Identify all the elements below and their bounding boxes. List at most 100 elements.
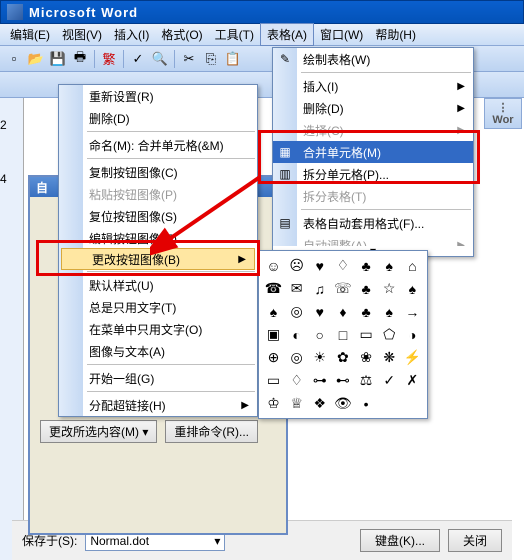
icon-choice[interactable]: ♠ (402, 278, 423, 299)
icon-choice[interactable]: ⊶ (309, 370, 330, 391)
cm-assign-hyperlink[interactable]: 分配超链接(H)▶ (59, 394, 257, 416)
icon-choice[interactable]: ◎ (286, 301, 307, 322)
cm-paste-image[interactable]: 粘贴按钮图像(P) (59, 183, 257, 205)
print-icon[interactable]: 🖶 (70, 49, 90, 69)
icon-choice[interactable]: • (356, 393, 377, 414)
save-icon[interactable]: 💾 (48, 49, 68, 69)
dm-merge-cells[interactable]: ▦合并单元格(M) (273, 141, 473, 163)
menu-insert[interactable]: 插入(I) (108, 24, 155, 45)
dm-insert[interactable]: 插入(I)▶ (273, 75, 473, 97)
research-icon[interactable]: 🔍 (150, 49, 170, 69)
icon-choice[interactable]: ⊕ (263, 347, 284, 368)
dm-select[interactable]: 选择(C)▶ (273, 119, 473, 141)
icon-choice[interactable]: ◐ (286, 324, 307, 345)
side-panel: ⋮ Wor (484, 98, 522, 129)
cm-reset-image[interactable]: 复位按钮图像(S) (59, 205, 257, 227)
icon-choice[interactable]: ☺ (263, 255, 284, 276)
icon-choice[interactable]: ♦ (332, 301, 353, 322)
menu-edit[interactable]: 编辑(E) (4, 24, 56, 45)
icon-choice[interactable]: ♣ (356, 255, 377, 276)
icon-choice[interactable]: ♫ (309, 278, 330, 299)
cm-edit-image[interactable]: 编辑按钮图像(E)... (59, 227, 257, 249)
icon-choice[interactable]: ◎ (286, 347, 307, 368)
icon-choice[interactable]: 👁 (332, 393, 353, 414)
icon-choice[interactable]: ♠ (379, 255, 400, 276)
icon-choice[interactable]: ♠ (379, 301, 400, 322)
icon-choice[interactable]: ✗ (402, 370, 423, 391)
icon-choice[interactable]: ♠ (263, 301, 284, 322)
rearrange-commands-button[interactable]: 重排命令(R)... (165, 420, 258, 443)
cm-begin-group[interactable]: 开始一组(G) (59, 367, 257, 389)
icon-choice[interactable]: ▭ (356, 324, 377, 345)
spellcheck-icon[interactable]: ✓ (128, 49, 148, 69)
trad-chinese-icon[interactable]: 繁 (99, 49, 119, 69)
icon-choice[interactable]: □ (332, 324, 353, 345)
cm-name[interactable]: 命名(M): 合并单元格(&M) (59, 134, 257, 156)
icon-choice[interactable]: ♔ (263, 393, 284, 414)
cm-default-style[interactable]: 默认样式(U) (59, 274, 257, 296)
cm-image-and-text[interactable]: 图像与文本(A) (59, 340, 257, 362)
icon-choice[interactable]: ♢ (286, 370, 307, 391)
icon-choice[interactable]: ♕ (286, 393, 307, 414)
icon-choice[interactable]: ♥ (309, 255, 330, 276)
cm-change-image[interactable]: 更改按钮图像(B)▶ (61, 248, 255, 270)
dm-delete[interactable]: 删除(D)▶ (273, 97, 473, 119)
icon-choice[interactable]: ☆ (379, 278, 400, 299)
cut-icon[interactable]: ✂ (179, 49, 199, 69)
cm-reset[interactable]: 重新设置(R) (59, 85, 257, 107)
icon-choice[interactable]: ○ (309, 324, 330, 345)
paste-icon[interactable]: 📋 (223, 49, 243, 69)
submenu-arrow-icon: ▶ (457, 81, 465, 92)
menu-view[interactable]: 视图(V) (56, 24, 108, 45)
icon-choice[interactable]: ◑ (402, 324, 423, 345)
new-doc-icon[interactable]: ▫ (4, 49, 24, 69)
icon-choice[interactable]: ▭ (263, 370, 284, 391)
menu-table[interactable]: 表格(A) (260, 23, 314, 46)
cm-text-only[interactable]: 总是只用文字(T) (59, 296, 257, 318)
cm-copy-image[interactable]: 复制按钮图像(C) (59, 161, 257, 183)
cm-delete[interactable]: 删除(D) (59, 107, 257, 129)
icon-choice[interactable]: ♣ (356, 278, 377, 299)
cm-text-only-menu[interactable]: 在菜单中只用文字(O) (59, 318, 257, 340)
dm-autoformat[interactable]: ▤表格自动套用格式(F)... (273, 212, 473, 234)
toolbar-separator (94, 50, 95, 68)
icon-choice[interactable]: ♥ (309, 301, 330, 322)
dm-split-cells[interactable]: ▥拆分单元格(P)... (273, 163, 473, 185)
icon-choice[interactable]: ❋ (379, 347, 400, 368)
icon-choice[interactable]: ⬠ (379, 324, 400, 345)
icon-choice[interactable]: ⚖ (356, 370, 377, 391)
icon-choice[interactable]: ☀ (309, 347, 330, 368)
icon-choice[interactable]: ⊷ (332, 370, 353, 391)
modify-selection-button[interactable]: 更改所选内容(M) ▾ (40, 420, 157, 443)
icon-choice[interactable]: ♣ (356, 301, 377, 322)
open-icon[interactable]: 📂 (26, 49, 46, 69)
copy-icon[interactable]: ⎘ (201, 49, 221, 69)
icon-choice[interactable]: ☏ (332, 278, 353, 299)
icon-choice[interactable]: ❖ (309, 393, 330, 414)
icon-choice[interactable]: ☎ (263, 278, 284, 299)
icon-choice[interactable]: ♢ (332, 255, 353, 276)
menu-help[interactable]: 帮助(H) (369, 24, 422, 45)
cm-separator (87, 271, 255, 272)
icon-choice[interactable]: ✓ (379, 370, 400, 391)
keyboard-button[interactable]: 键盘(K)... (360, 529, 440, 552)
menu-window[interactable]: 窗口(W) (314, 24, 369, 45)
icon-choice[interactable]: ☹ (286, 255, 307, 276)
dm-draw-table[interactable]: ✎绘制表格(W) (273, 48, 473, 70)
cm-separator (87, 158, 255, 159)
icon-choice[interactable]: ⚡ (402, 347, 423, 368)
icon-choice[interactable]: ⌂ (402, 255, 423, 276)
icon-choice[interactable]: ▣ (263, 324, 284, 345)
icon-choice[interactable]: ✿ (332, 347, 353, 368)
icon-choice[interactable]: ✉ (286, 278, 307, 299)
table-dropdown-menu: ✎绘制表格(W) 插入(I)▶ 删除(D)▶ 选择(C)▶ ▦合并单元格(M) … (272, 47, 474, 257)
icon-choice[interactable]: ❀ (356, 347, 377, 368)
close-button[interactable]: 关闭 (448, 529, 502, 552)
save-in-value: Normal.dot (90, 534, 149, 548)
icon-picker-submenu: ☺☹♥♢♣♠⌂☎✉♫☏♣☆♠♠◎♥♦♣♠→▣◐○□▭⬠◑⊕◎☀✿❀❋⚡▭♢⊶⊷⚖… (258, 250, 428, 419)
menu-format[interactable]: 格式(O) (155, 24, 208, 45)
dm-split-table[interactable]: 拆分表格(T) (273, 185, 473, 207)
submenu-arrow-icon: ▶ (457, 125, 465, 136)
icon-choice[interactable]: → (402, 301, 423, 322)
menu-tools[interactable]: 工具(T) (209, 24, 260, 45)
